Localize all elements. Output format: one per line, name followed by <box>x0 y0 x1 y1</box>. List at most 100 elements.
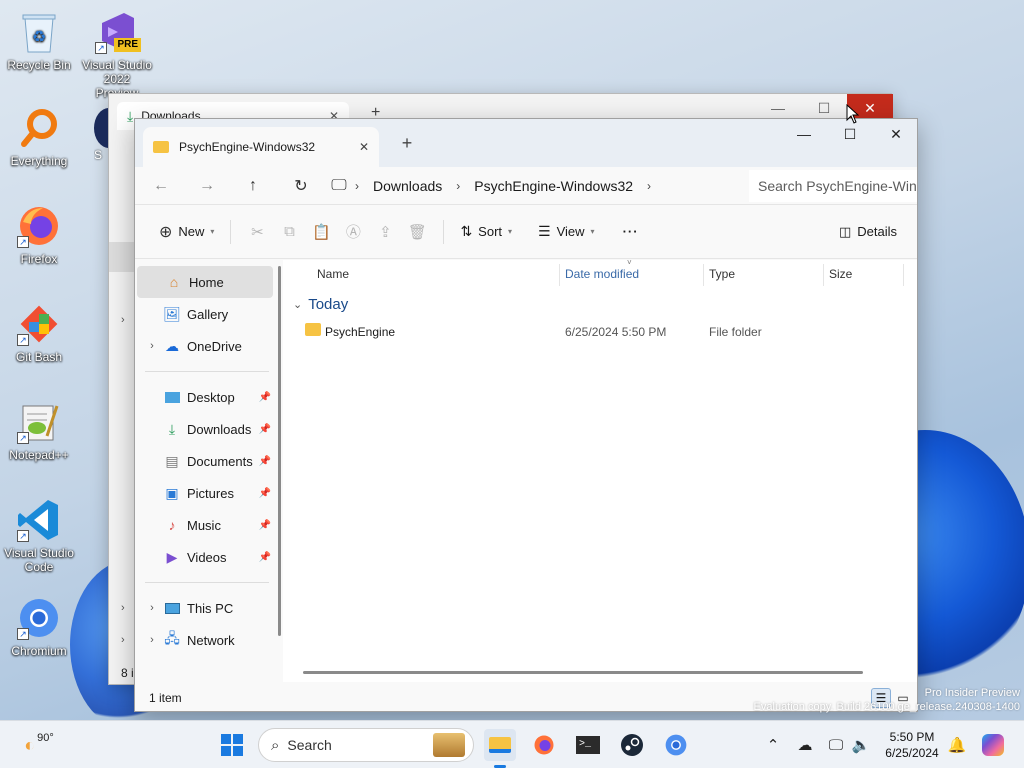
display-icon[interactable]: 🖵 <box>824 721 848 768</box>
weather-widget[interactable]: ◐ 90° <box>14 721 64 768</box>
details-button[interactable]: ◫ Details <box>833 216 903 248</box>
chevron-up-icon[interactable]: ⌃ <box>762 721 784 768</box>
new-button[interactable]: ⊕ New ▾ <box>153 216 220 248</box>
nav-item-onedrive[interactable]: › ☁ OneDrive <box>135 330 283 362</box>
horizontal-scrollbar[interactable] <box>303 671 863 674</box>
breadcrumb-psychengine[interactable]: PsychEngine-Windows32 <box>464 178 643 194</box>
desktop-icon-vscode[interactable]: ↗ Visual Studio Code <box>0 496 78 574</box>
chevron-down-icon: ▾ <box>590 227 595 236</box>
nav-item-desktop[interactable]: Desktop 📌 <box>135 381 283 413</box>
breadcrumb[interactable]: 🖵 › Downloads › PsychEngine-Windows32 › <box>327 170 655 202</box>
column-divider[interactable] <box>703 264 704 286</box>
onedrive-offline-icon[interactable]: ☁ <box>792 721 818 768</box>
column-header-size[interactable]: Size <box>829 267 852 281</box>
close-button[interactable]: ✕ <box>873 119 919 149</box>
title-bar[interactable]: PsychEngine-Windows32 ✕ + — ☐ ✕ <box>135 119 917 167</box>
terminal-icon[interactable]: >_ <box>572 729 604 761</box>
nav-item-pictures[interactable]: ▣ Pictures 📌 <box>135 477 283 509</box>
file-explorer-icon[interactable] <box>484 729 516 761</box>
forward-arrow-icon[interactable]: → <box>191 170 223 202</box>
desktop-icon-visual-studio[interactable]: PRE ↗ Visual Studio 2022 Preview <box>78 8 156 100</box>
pin-icon[interactable]: 📌 <box>259 424 271 435</box>
nav-item-home[interactable]: ⌂ Home <box>137 266 273 298</box>
column-divider[interactable] <box>559 264 560 286</box>
nav-item-documents[interactable]: ▤ Documents 📌 <box>135 445 283 477</box>
desktop-icon-firefox[interactable]: ↗ Firefox <box>0 202 78 266</box>
chevron-right-icon[interactable]: › <box>643 179 655 193</box>
file-explorer-window[interactable]: PsychEngine-Windows32 ✕ + — ☐ ✕ ← → ↑ ↻ … <box>134 118 918 712</box>
firefox-icon: ↗ <box>15 202 63 250</box>
tab-psychengine[interactable]: PsychEngine-Windows32 ✕ <box>143 127 379 167</box>
volume-icon[interactable]: 🔈 <box>850 721 872 768</box>
chromium-icon[interactable] <box>660 729 692 761</box>
desktop-icon-chromium[interactable]: ↗ Chromium <box>0 594 78 658</box>
file-type: File folder <box>709 325 762 339</box>
address-bar: ← → ↑ ↻ 🖵 › Downloads › PsychEngine-Wind… <box>135 167 917 205</box>
more-options-button[interactable]: ··· <box>617 216 645 248</box>
chevron-right-icon: › <box>121 634 125 646</box>
minimize-button[interactable]: — <box>781 119 827 149</box>
clock[interactable]: 5:50 PM 6/25/2024 <box>876 729 948 761</box>
breadcrumb-downloads[interactable]: Downloads <box>363 178 452 194</box>
nav-item-this-pc[interactable]: › This PC <box>135 592 283 624</box>
notification-bell-icon[interactable]: 🔔 <box>946 721 968 768</box>
start-icon[interactable] <box>216 729 248 761</box>
chevron-right-icon[interactable]: › <box>145 340 159 352</box>
nav-item-label: Pictures <box>187 485 234 501</box>
pin-icon[interactable]: 📌 <box>259 392 271 403</box>
column-header-type[interactable]: Type <box>709 267 735 281</box>
nav-item-videos[interactable]: ▶ Videos 📌 <box>135 541 283 573</box>
column-divider[interactable] <box>823 264 824 286</box>
desktop-icon-label: Git Bash <box>15 350 63 364</box>
up-arrow-icon[interactable]: ↑ <box>237 170 269 202</box>
desktop-icon-everything[interactable]: Everything <box>0 104 78 168</box>
refresh-icon[interactable]: ↻ <box>285 170 317 202</box>
network-icon: 🖧 <box>164 630 180 646</box>
new-tab-button[interactable]: + <box>393 131 421 155</box>
pin-icon[interactable]: 📌 <box>259 552 271 563</box>
delete-icon[interactable]: 🗑 <box>401 216 433 248</box>
copy-icon[interactable]: ⧉ <box>273 216 305 248</box>
group-header-today[interactable]: ⌄ Today <box>293 296 348 313</box>
weather-temp: 90° <box>37 732 54 744</box>
column-header-name[interactable]: Name <box>317 267 349 281</box>
cut-icon[interactable]: ✂ <box>241 216 273 248</box>
chevron-right-icon[interactable]: › <box>145 602 159 614</box>
desktop-icon-recycle-bin[interactable]: ♻ Recycle Bin <box>0 8 78 72</box>
steam-icon[interactable] <box>616 729 648 761</box>
column-divider[interactable] <box>903 264 904 286</box>
table-row[interactable]: PsychEngine 6/25/2024 5:50 PM File folde… <box>283 320 917 344</box>
chevron-right-icon[interactable]: › <box>145 634 159 646</box>
partial-desktop-icon[interactable]: S <box>94 108 108 168</box>
navigation-pane[interactable]: ⌂ Home 🖼 Gallery › ☁ OneDrive Desktop 📌 <box>135 260 283 682</box>
pin-icon[interactable]: 📌 <box>259 488 271 499</box>
desktop-icon-git-bash[interactable]: ↗ Git Bash <box>0 300 78 364</box>
sort-button[interactable]: ⇅ Sort ▾ <box>454 216 518 248</box>
copilot-icon[interactable] <box>978 721 1008 768</box>
taskbar-search-box[interactable]: ⌕ Search <box>258 728 474 762</box>
view-button[interactable]: ☰ View ▾ <box>532 216 601 248</box>
file-list[interactable]: Name Date modified ˅ Type Size ⌄ Today P… <box>283 258 917 682</box>
back-arrow-icon[interactable]: ← <box>145 170 177 202</box>
pin-icon[interactable]: 📌 <box>259 456 271 467</box>
this-pc-monitor-icon[interactable]: 🖵 <box>327 170 351 202</box>
column-headers: Name Date modified ˅ Type Size <box>283 258 917 288</box>
desktop-icon-notepadpp[interactable]: ↗ Notepad++ <box>0 398 78 462</box>
search-input[interactable]: Search PsychEngine-Windows32 <box>749 170 917 202</box>
chevron-right-icon[interactable]: › <box>351 179 363 193</box>
nav-item-downloads[interactable]: ⤓ Downloads 📌 <box>135 413 283 445</box>
close-tab-icon[interactable]: ✕ <box>359 140 369 154</box>
nav-item-network[interactable]: › 🖧 Network <box>135 624 283 656</box>
column-header-date-modified[interactable]: Date modified <box>565 267 639 281</box>
pin-icon[interactable]: 📌 <box>259 520 271 531</box>
nav-scrollbar[interactable] <box>278 266 281 636</box>
chevron-right-icon[interactable]: › <box>452 179 464 193</box>
nav-item-music[interactable]: ♪ Music 📌 <box>135 509 283 541</box>
this-pc-icon <box>163 600 181 616</box>
nav-item-gallery[interactable]: 🖼 Gallery <box>135 298 283 330</box>
videos-icon: ▶ <box>166 548 178 565</box>
rename-icon[interactable]: Ⓐ <box>337 216 369 248</box>
paste-icon[interactable]: 📋 <box>305 216 337 248</box>
share-icon[interactable]: ⇪ <box>369 216 401 248</box>
firefox-icon[interactable] <box>528 729 560 761</box>
